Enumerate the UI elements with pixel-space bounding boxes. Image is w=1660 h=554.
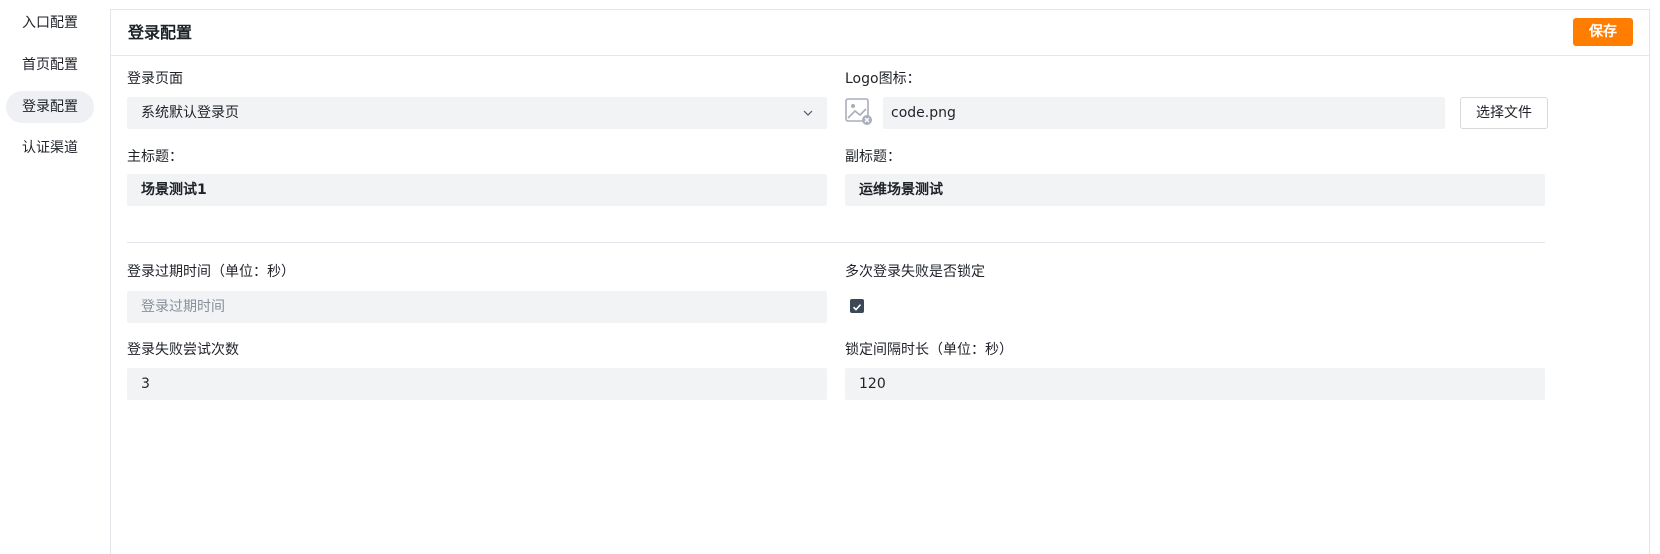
lock-interval-label: 锁定间隔时长（单位：秒） (845, 342, 1013, 358)
main-title-label: 主标题： (127, 149, 183, 165)
main-title-input[interactable]: 场景测试1 (127, 174, 827, 206)
page-title: 登录配置 (128, 23, 193, 42)
expire-time-input[interactable]: 登录过期时间 (127, 291, 827, 323)
sidebar-item-entry-config[interactable]: 入口配置 (6, 7, 94, 39)
sub-title-label: 副标题： (845, 149, 901, 165)
check-icon (852, 304, 862, 311)
lock-on-fail-checkbox[interactable] (850, 299, 864, 313)
sidebar-item-auth-channel[interactable]: 认证渠道 (6, 132, 94, 164)
logo-file-name: code.png (883, 97, 1445, 129)
login-page-value: 系统默认登录页 (141, 105, 239, 121)
login-page-label: 登录页面 (127, 71, 183, 87)
chevron-down-icon (803, 110, 813, 116)
image-placeholder-icon (845, 98, 872, 125)
logo-label: Logo图标： (845, 71, 921, 87)
sidebar-item-home-config[interactable]: 首页配置 (6, 49, 94, 81)
fail-attempts-label: 登录失败尝试次数 (127, 342, 239, 358)
sidebar-item-login-config[interactable]: 登录配置 (6, 91, 94, 123)
lock-interval-input[interactable]: 120 (845, 368, 1545, 400)
lock-on-fail-label: 多次登录失败是否锁定 (845, 264, 985, 280)
sidebar: 入口配置 首页配置 登录配置 认证渠道 (0, 0, 100, 545)
save-button[interactable]: 保存 (1573, 18, 1633, 46)
fail-attempts-input[interactable]: 3 (127, 368, 827, 400)
login-page-select[interactable]: 系统默认登录页 (127, 97, 827, 129)
section-divider (127, 242, 1545, 243)
login-config-panel: 登录配置 保存 登录页面 系统默认登录页 Logo图标： code.png 选择… (110, 9, 1650, 554)
panel-header: 登录配置 保存 (111, 10, 1649, 56)
choose-file-button[interactable]: 选择文件 (1460, 97, 1548, 129)
sub-title-input[interactable]: 运维场景测试 (845, 174, 1545, 206)
expire-time-label: 登录过期时间（单位：秒） (127, 264, 295, 280)
